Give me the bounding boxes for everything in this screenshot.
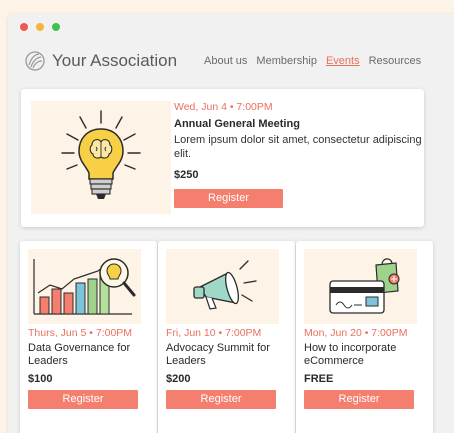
site-logo[interactable]: Your Association: [24, 50, 177, 72]
nav-membership[interactable]: Membership: [256, 55, 317, 67]
event-image: [304, 249, 417, 324]
event-date: Thurs, Jun 5 • 7:00PM: [28, 327, 133, 339]
close-window-dot[interactable]: [20, 23, 28, 31]
featured-event-card: Wed, Jun 4 • 7:00PM Annual General Meeti…: [21, 89, 424, 227]
event-card: Mon, Jun 20 • 7:00PM How to incorporate …: [296, 241, 433, 433]
nav-about-us[interactable]: About us: [204, 55, 247, 67]
event-image: [166, 249, 279, 324]
nav-resources[interactable]: Resources: [369, 55, 422, 67]
minimize-window-dot[interactable]: [36, 23, 44, 31]
event-title[interactable]: Advocacy Summit for Leaders: [166, 342, 291, 368]
main-nav: About us Membership Events Resources: [204, 55, 421, 67]
logo-icon: [25, 51, 45, 71]
register-button[interactable]: Register: [174, 188, 283, 208]
megaphone-icon: [193, 260, 257, 310]
event-description: Lorem ipsum dolor sit amet, consectetur …: [174, 134, 422, 160]
event-card: Thurs, Jun 5 • 7:00PM Data Governance fo…: [20, 241, 157, 433]
event-price: $250: [174, 168, 199, 181]
maximize-window-dot[interactable]: [52, 23, 60, 31]
event-price: FREE: [304, 373, 334, 386]
event-title[interactable]: Annual General Meeting: [174, 118, 424, 130]
featured-event-info: Wed, Jun 4 • 7:00PM Annual General Meeti…: [174, 101, 424, 208]
event-date: Mon, Jun 20 • 7:00PM: [304, 327, 408, 339]
event-price: $100: [28, 373, 53, 386]
event-title[interactable]: How to incorporate eCommerce: [304, 342, 429, 368]
lightbulb-brain-icon: [61, 110, 141, 199]
event-price: $200: [166, 373, 191, 386]
event-date: Fri, Jun 10 • 7:00PM: [166, 327, 262, 339]
register-button[interactable]: Register: [28, 390, 138, 410]
event-info: Mon, Jun 20 • 7:00PM How to incorporate …: [304, 327, 429, 410]
event-image: [28, 249, 141, 324]
bar-chart-magnifier-icon: [33, 258, 136, 315]
event-info: Fri, Jun 10 • 7:00PM Advocacy Summit for…: [166, 327, 291, 410]
logo-text: Your Association: [52, 51, 178, 70]
register-button[interactable]: Register: [304, 390, 414, 410]
nav-events[interactable]: Events: [326, 55, 360, 67]
register-button[interactable]: Register: [166, 390, 276, 410]
event-card: Fri, Jun 10 • 7:00PM Advocacy Summit for…: [158, 241, 295, 433]
event-info: Thurs, Jun 5 • 7:00PM Data Governance fo…: [28, 327, 153, 410]
event-title[interactable]: Data Governance for Leaders: [28, 342, 153, 368]
window-titlebar: [8, 14, 454, 42]
event-date: Wed, Jun 4 • 7:00PM: [174, 101, 273, 113]
credit-card-shopping-icon: [329, 258, 400, 314]
featured-event-image: [31, 101, 171, 214]
site-header: Your Association About us Membership Eve…: [24, 50, 454, 72]
